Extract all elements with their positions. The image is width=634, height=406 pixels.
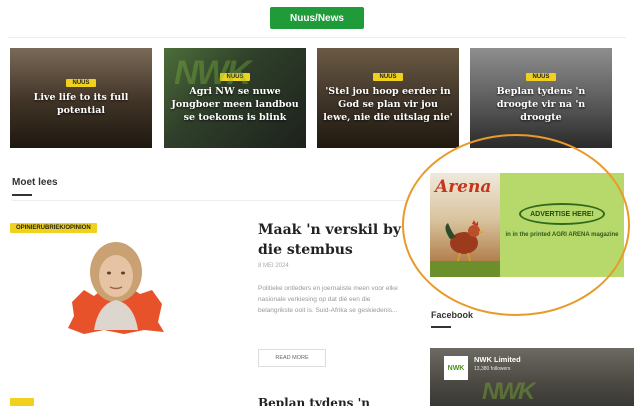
card-tag: NUUS — [66, 79, 96, 87]
read-more-button[interactable]: READ MORE — [258, 349, 326, 367]
facebook-page-name[interactable]: NWK Limited — [474, 355, 521, 364]
card-headline[interactable]: 'Stel jou hoop eerder in God se plan vir… — [317, 85, 459, 124]
nwk-watermark: NWK — [482, 378, 535, 405]
article-excerpt: Politieke ontleders en joernaliste meen … — [258, 285, 398, 314]
facebook-followers: 13,380 followers — [474, 366, 511, 372]
facebook-page-widget[interactable]: NWK NWK Limited 13,380 followers NWK — [430, 348, 634, 406]
next-article-title[interactable]: Beplan tydens 'n droogte — [258, 395, 406, 406]
section-underline — [431, 326, 451, 328]
section-title-facebook: Facebook — [431, 310, 474, 320]
article-title[interactable]: Maak 'n verskil by die stembus — [258, 220, 406, 260]
next-article-tag — [10, 398, 34, 406]
section-divider — [12, 200, 408, 201]
article-date: 8 MEI 2024 — [258, 263, 289, 269]
card-tag: NUUS — [373, 72, 403, 81]
news-section-badge[interactable]: Nuus/News — [270, 7, 364, 29]
page-logo[interactable]: NWK — [444, 356, 468, 380]
section-title-must-read: Moet lees — [12, 177, 58, 188]
section-underline — [12, 194, 32, 196]
news-card[interactable]: NUUS Beplan tydens 'n droogte vir na 'n … — [470, 48, 612, 148]
highlight-circle-annotation — [402, 134, 630, 316]
nwk-logo-decoration: NWK — [174, 54, 251, 92]
divider — [8, 37, 626, 38]
author-portrait[interactable] — [64, 232, 168, 336]
news-card[interactable]: NUUS 'Stel jou hoop eerder in God se pla… — [317, 48, 459, 148]
news-card[interactable]: NWK NUUS Agri NW se nuwe Jongboer meen l… — [164, 48, 306, 148]
card-tag: NUUS — [526, 72, 556, 81]
card-headline[interactable]: Live life to its full potential — [10, 91, 152, 117]
news-card[interactable]: NUUS Live life to its full potential — [10, 48, 152, 148]
card-headline[interactable]: Beplan tydens 'n droogte vir na 'n droog… — [470, 85, 612, 124]
